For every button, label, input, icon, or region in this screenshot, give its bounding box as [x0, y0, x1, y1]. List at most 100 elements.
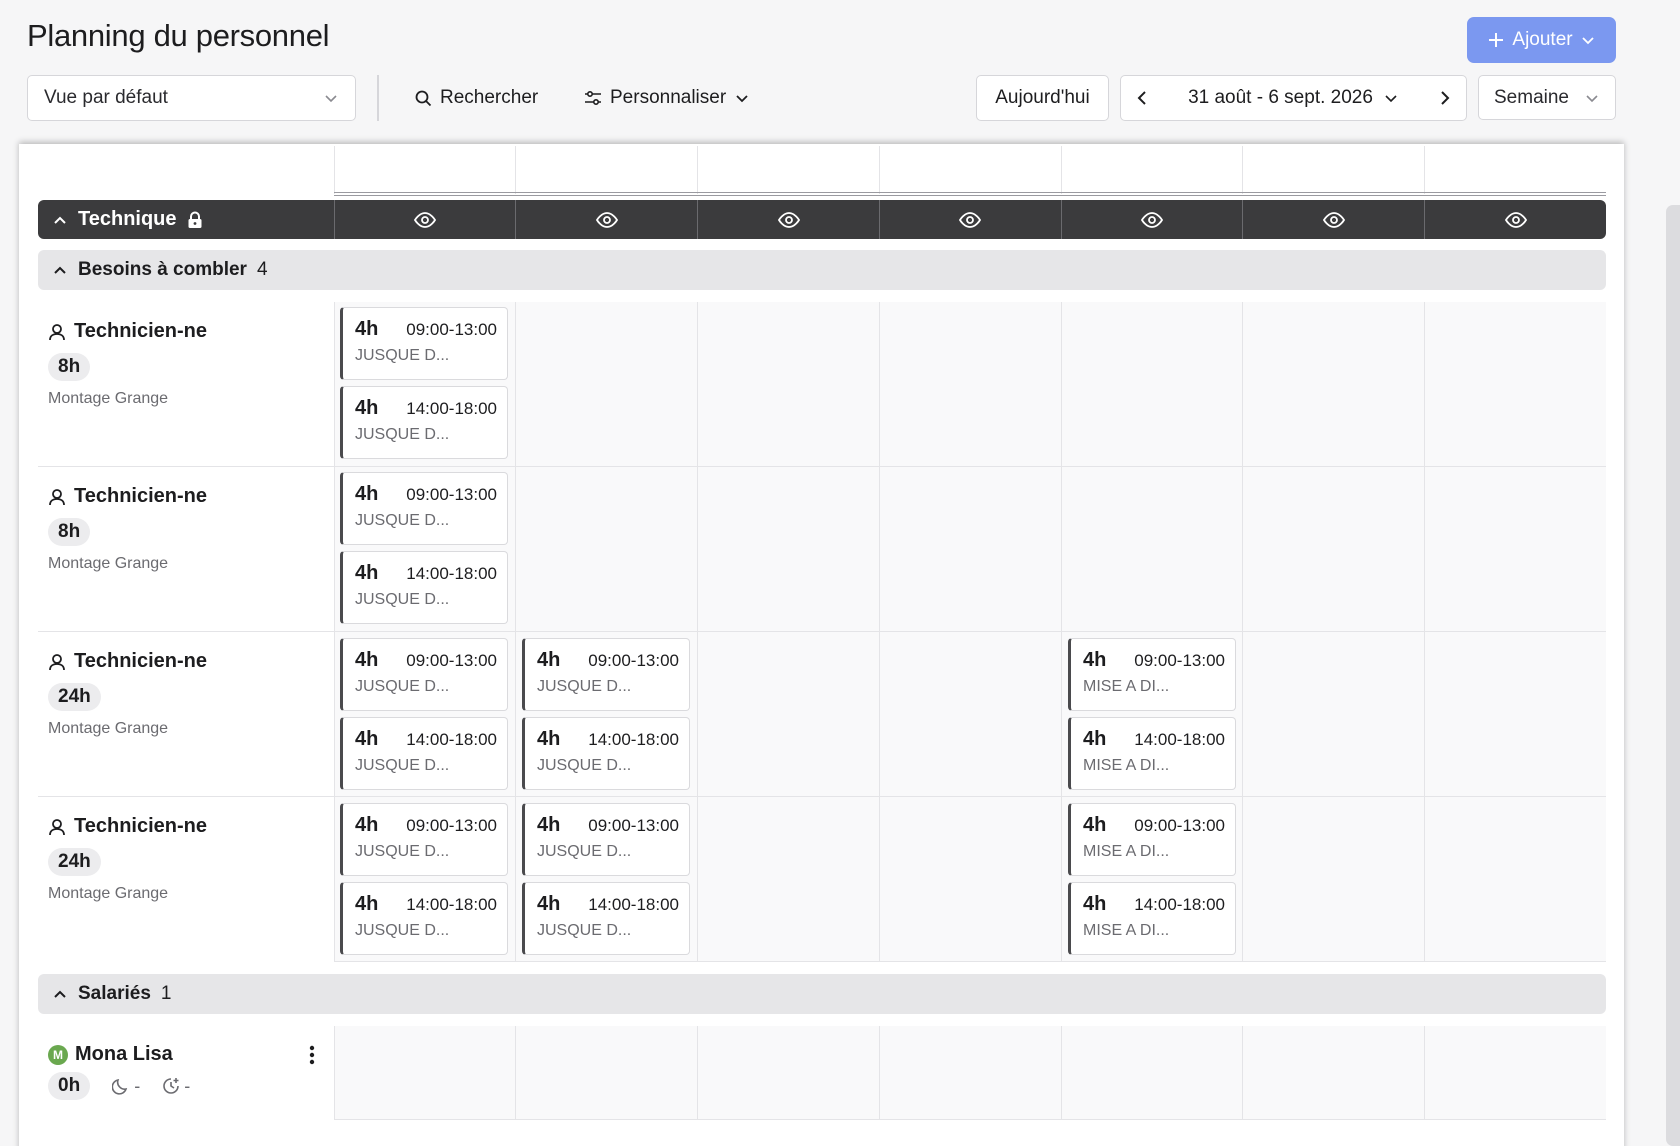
shift-label: JUSQUE D...	[355, 347, 450, 364]
visibility-toggle[interactable]	[1060, 200, 1243, 239]
need-row-label[interactable]: Technicien-ne 24h Montage Grange	[48, 650, 207, 738]
shift-duration: 4h	[355, 728, 379, 750]
shift-duration: 4h	[537, 814, 561, 836]
shift-label: JUSQUE D...	[537, 843, 632, 860]
shift-duration: 4h	[355, 318, 379, 340]
eye-icon	[1504, 211, 1527, 228]
shift-time: 09:00-13:00	[588, 651, 679, 670]
shift-card[interactable]: 4h 09:00-13:00 MISE A DI...	[1068, 638, 1236, 711]
shift-card[interactable]: 4h 14:00-18:00 JUSQUE D...	[522, 717, 690, 790]
shift-card[interactable]: 4h 09:00-13:00 MISE A DI...	[1068, 803, 1236, 876]
need-row-label[interactable]: Technicien-ne 8h Montage Grange	[48, 320, 207, 408]
chevron-up-icon[interactable]	[52, 212, 68, 228]
shift-time: 14:00-18:00	[1134, 895, 1225, 914]
need-location: Montage Grange	[48, 720, 169, 737]
shift-card[interactable]: 4h 14:00-18:00 JUSQUE D...	[340, 717, 508, 790]
visibility-toggle[interactable]	[515, 200, 697, 239]
shift-card[interactable]: 4h 14:00-18:00 MISE A DI...	[1068, 882, 1236, 955]
chevron-up-icon[interactable]	[52, 262, 68, 278]
toolbar-divider	[377, 75, 379, 121]
section-count: 1	[160, 983, 172, 1004]
add-button-label: Ajouter	[1512, 29, 1573, 50]
need-role: Technicien-ne	[74, 815, 207, 837]
shift-time: 09:00-13:00	[406, 485, 497, 504]
shift-card[interactable]: 4h 09:00-13:00 JUSQUE D...	[340, 307, 508, 380]
shift-card[interactable]: 4h 14:00-18:00 JUSQUE D...	[340, 386, 508, 459]
visibility-toggle[interactable]	[1424, 200, 1606, 239]
period-select-value: Semaine	[1494, 86, 1569, 108]
search-button[interactable]: Rechercher	[415, 75, 538, 121]
shift-time: 09:00-13:00	[406, 816, 497, 835]
shift-duration: 4h	[355, 649, 379, 671]
shift-duration: 4h	[537, 728, 561, 750]
shift-card[interactable]: 4h 14:00-18:00 JUSQUE D...	[340, 882, 508, 955]
section-count: 4	[256, 259, 268, 280]
date-range-picker[interactable]: 31 août - 6 sept. 2026	[1120, 75, 1467, 121]
shift-card[interactable]: 4h 09:00-13:00 JUSQUE D...	[340, 803, 508, 876]
shift-duration: 4h	[355, 814, 379, 836]
user-icon	[49, 818, 65, 835]
need-row-label[interactable]: Technicien-ne 8h Montage Grange	[48, 485, 207, 573]
shift-time: 14:00-18:00	[406, 399, 497, 418]
more-vertical-icon[interactable]	[308, 1045, 316, 1065]
section-header-employees[interactable]: Salariés 1	[38, 974, 1606, 1014]
shift-time: 09:00-13:00	[1134, 651, 1225, 670]
need-hours: 8h	[48, 353, 91, 381]
add-button[interactable]: Ajouter	[1467, 17, 1616, 63]
view-select[interactable]: Vue par défaut	[27, 75, 356, 121]
user-icon	[49, 323, 65, 340]
chevron-down-icon	[1385, 95, 1397, 103]
chevron-down-icon	[736, 95, 748, 103]
moon-icon	[112, 1078, 128, 1095]
need-role: Technicien-ne	[74, 650, 207, 672]
shift-card[interactable]: 4h 09:00-13:00 JUSQUE D...	[522, 638, 690, 711]
eye-icon	[959, 211, 982, 228]
shift-card[interactable]: 4h 09:00-13:00 JUSQUE D...	[340, 638, 508, 711]
section-header-needs[interactable]: Besoins à combler 4	[38, 250, 1606, 290]
group-header-technique[interactable]: Technique	[38, 200, 1606, 239]
shift-duration: 4h	[1083, 814, 1107, 836]
eye-icon	[777, 211, 800, 228]
shift-card[interactable]: 4h 14:00-18:00 JUSQUE D...	[340, 551, 508, 624]
shift-card[interactable]: 4h 09:00-13:00 JUSQUE D...	[522, 803, 690, 876]
customize-button[interactable]: Personnaliser	[584, 75, 750, 121]
shift-time: 09:00-13:00	[406, 651, 497, 670]
chevron-left-icon[interactable]	[1135, 90, 1151, 106]
shift-duration: 4h	[537, 893, 561, 915]
shift-label: JUSQUE D...	[355, 757, 450, 774]
scrollbar[interactable]	[1666, 205, 1680, 1146]
section-name: Besoins à combler	[78, 259, 247, 280]
date-range-dropdown[interactable]: 31 août - 6 sept. 2026	[1188, 87, 1399, 109]
date-range-label: 31 août - 6 sept. 2026	[1188, 87, 1373, 108]
shift-label: JUSQUE D...	[537, 678, 632, 695]
shift-time: 09:00-13:00	[406, 320, 497, 339]
visibility-toggle[interactable]	[1242, 200, 1424, 239]
customize-label: Personnaliser	[610, 87, 727, 108]
employee-row-label[interactable]: M Mona Lisa 0h - -	[48, 1043, 316, 1100]
visibility-toggle[interactable]	[333, 200, 516, 239]
chevron-up-icon[interactable]	[52, 986, 68, 1002]
need-row-label[interactable]: Technicien-ne 24h Montage Grange	[48, 815, 207, 903]
chevron-down-icon	[1581, 37, 1594, 45]
visibility-toggle[interactable]	[697, 200, 879, 239]
shift-duration: 4h	[355, 562, 379, 584]
today-button[interactable]: Aujourd'hui	[976, 75, 1109, 121]
shift-card[interactable]: 4h 14:00-18:00 JUSQUE D...	[522, 882, 690, 955]
employee-grid	[334, 1026, 1606, 1120]
shift-duration: 4h	[355, 397, 379, 419]
shift-time: 14:00-18:00	[588, 895, 679, 914]
shift-duration: 4h	[1083, 893, 1107, 915]
shift-time: 14:00-18:00	[588, 730, 679, 749]
view-select-value: Vue par défaut	[44, 87, 168, 108]
group-name: Technique	[78, 208, 177, 230]
shift-label: MISE A DI...	[1083, 757, 1170, 774]
employee-hours: 0h	[48, 1072, 91, 1100]
overtime-hours: -	[184, 1075, 191, 1096]
shift-time: 14:00-18:00	[1134, 730, 1225, 749]
period-select[interactable]: Semaine	[1478, 75, 1616, 120]
visibility-toggle[interactable]	[878, 200, 1061, 239]
chevron-right-icon[interactable]	[1436, 90, 1452, 106]
shift-card[interactable]: 4h 14:00-18:00 MISE A DI...	[1068, 717, 1236, 790]
shift-label: JUSQUE D...	[355, 512, 450, 529]
shift-card[interactable]: 4h 09:00-13:00 JUSQUE D...	[340, 472, 508, 545]
